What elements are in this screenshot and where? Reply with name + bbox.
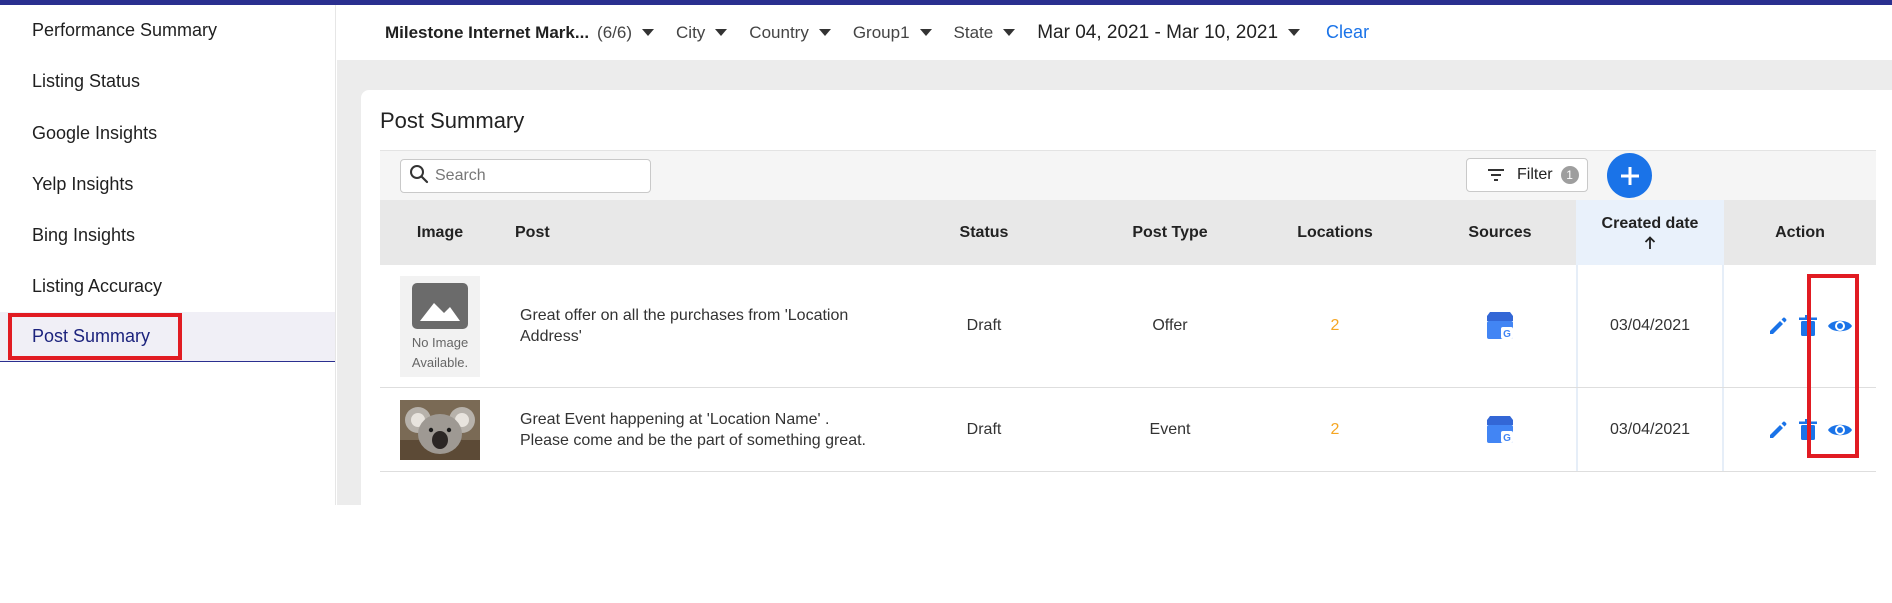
column-header-status: Status [959,223,1009,241]
created-date-header-label: Created date [1601,215,1699,232]
delete-icon[interactable] [1799,315,1817,337]
main-content: Milestone Internet Mark... (6/6) City Co… [337,5,1892,505]
state-filter-label: State [953,22,994,42]
city-filter-dropdown[interactable]: City [676,22,728,43]
sidebar-item-label: Listing Accuracy [32,275,163,296]
country-filter-label: Country [749,22,809,42]
sidebar-item-label: Google Insights [32,122,158,143]
chevron-down-icon [1003,29,1016,36]
sidebar-item-label: Bing Insights [32,224,136,245]
page-title: Post Summary [380,108,525,133]
account-filter-label: Milestone Internet Mark... [385,22,590,42]
search-box [400,159,651,193]
group-filter-label: Group1 [852,22,910,42]
arrow-up-icon [1644,236,1656,250]
post-summary-card: Post Summary Filter 1 [361,90,1892,505]
svg-text:G: G [1503,329,1511,340]
created-date-cell: 03/04/2021 [1576,265,1724,387]
table-header-row: Image Post Status Post Type Locations So… [380,200,1876,265]
no-image-label: No Image Available. [411,334,469,370]
edit-icon[interactable] [1767,419,1789,441]
post-table: Image Post Status Post Type Locations So… [380,200,1876,472]
column-header-sources: Sources [1468,223,1532,241]
sidebar-item-label: Yelp Insights [32,173,134,194]
sidebar-item-post-summary[interactable]: Post Summary [0,312,335,362]
city-filter-label: City [676,22,706,42]
account-filter-dropdown[interactable]: Milestone Internet Mark... (6/6) [385,22,655,43]
sidebar-item-label: Listing Status [32,70,141,91]
delete-icon[interactable] [1799,418,1817,441]
plus-icon [1619,165,1641,187]
group-filter-dropdown[interactable]: Group1 [853,23,932,43]
state-filter-dropdown[interactable]: State [954,23,1016,43]
google-my-business-icon: G [1485,312,1515,340]
action-cell [1724,388,1876,471]
table-row: Great Event happening at 'Location Name'… [380,388,1876,472]
sidebar-item-yelp-insights[interactable]: Yelp Insights [0,159,335,209]
sources-cell: G [1400,388,1600,471]
no-image-placeholder: No Image Available. [400,275,480,377]
chevron-down-icon [919,29,932,36]
add-post-button[interactable] [1607,153,1652,198]
sidebar-item-listing-status[interactable]: Listing Status [0,56,335,106]
clear-filters-link[interactable]: Clear [1326,22,1369,43]
filter-count-badge: 1 [1560,166,1579,184]
created-date-cell: 03/04/2021 [1576,388,1724,471]
sources-cell: G [1400,265,1600,387]
sidebar: Performance Summary Listing Status Googl… [0,5,336,505]
sidebar-item-google-insights[interactable]: Google Insights [0,108,335,158]
post-image-cell [380,388,500,471]
column-header-created-date[interactable]: Created date [1576,200,1724,265]
filter-icon [1487,168,1505,182]
action-cell [1724,265,1876,387]
koala-photo [400,399,480,460]
chevron-down-icon [1288,29,1301,36]
account-filter-count: (6/6) [597,22,633,42]
search-icon [409,164,429,189]
post-image-cell: No Image Available. [380,265,500,387]
filter-button[interactable]: Filter 1 [1466,158,1588,192]
chevron-down-icon [818,29,831,36]
table-toolbar: Filter 1 [380,150,1876,200]
svg-text:G: G [1503,433,1511,444]
sidebar-item-label: Post Summary [32,326,151,346]
filter-bar: Milestone Internet Mark... (6/6) City Co… [337,5,1892,60]
sidebar-item-bing-insights[interactable]: Bing Insights [0,210,335,260]
edit-icon[interactable] [1767,315,1789,337]
column-header-post: Post [515,223,550,241]
sidebar-item-label: Performance Summary [32,19,218,40]
view-icon[interactable] [1827,317,1853,335]
google-my-business-icon: G [1485,415,1515,444]
sidebar-item-performance-summary[interactable]: Performance Summary [0,5,335,55]
chevron-down-icon [642,29,655,36]
country-filter-dropdown[interactable]: Country [749,23,831,43]
date-range-dropdown[interactable]: Mar 04, 2021 - Mar 10, 2021 [1037,21,1301,44]
date-range-label: Mar 04, 2021 - Mar 10, 2021 [1037,21,1279,43]
chevron-down-icon [715,29,728,36]
filter-button-label: Filter [1517,166,1553,183]
view-icon[interactable] [1827,421,1853,439]
post-text: Great offer on all the purchases from 'L… [520,307,849,345]
status-cell: Draft [966,420,1002,438]
sidebar-item-listing-accuracy[interactable]: Listing Accuracy [0,261,335,311]
image-placeholder-icon [412,282,468,329]
search-input[interactable] [435,167,645,185]
table-row: No Image Available. Great offer on all t… [380,265,1876,388]
column-header-image: Image [416,223,464,241]
status-cell: Draft [966,317,1002,334]
column-header-action: Action [1775,223,1825,241]
post-text: Great Event happening at 'Location Name'… [520,410,866,449]
